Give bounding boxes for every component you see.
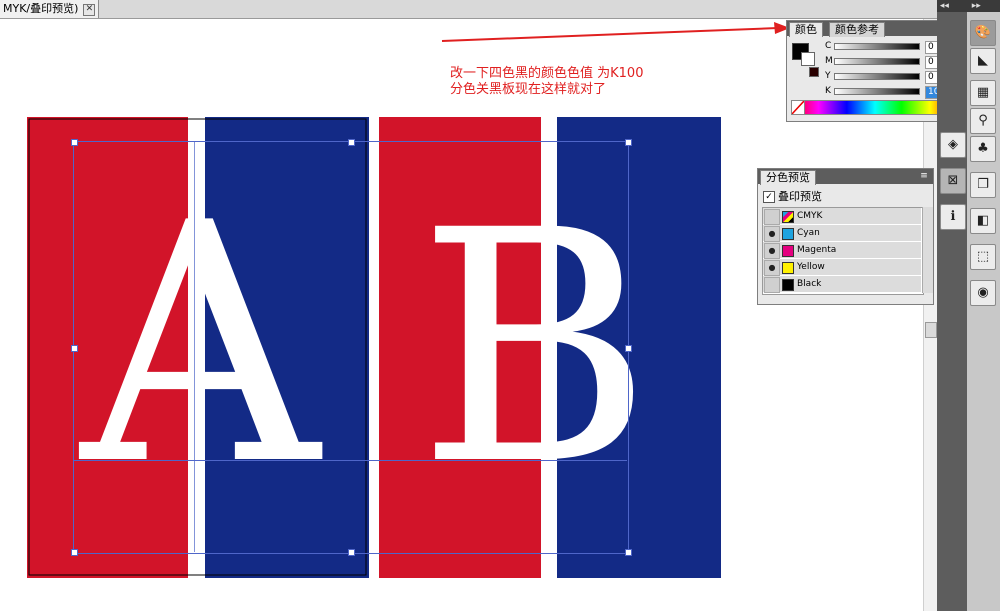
plate-name: Cyan [797,228,820,238]
selection-handle[interactable] [625,345,632,352]
panel-menu-icon[interactable]: ≡ [917,170,931,182]
annotation-line-2: 分色关黑板现在这样就对了 [450,82,607,97]
brushes-icon[interactable]: ♣ [970,136,996,162]
selection-handle[interactable] [625,139,632,146]
document-tab[interactable]: MYK/叠印预览) ✕ [0,0,100,18]
separations-icon[interactable]: ⊠ [940,168,966,194]
color-guide-icon[interactable]: 🎨 [970,20,996,46]
plate-row-cyan[interactable]: ● Cyan [763,225,921,242]
plate-name: Black [797,279,822,289]
eye-icon[interactable]: ● [764,226,780,242]
separations-preview-panel: 分色预览 ≡ ✓ 叠印预览 CMYK ● Cyan ● Magenta ● Yel… [757,168,934,305]
swatches-grid-icon[interactable]: ▦ [970,80,996,106]
plate-list-scrollbar[interactable] [922,207,933,293]
appearance-icon[interactable]: ◉ [970,280,996,306]
tab-color[interactable]: 颜色 [789,22,823,37]
tab-color-guide[interactable]: 颜色参考 [829,22,885,37]
stroke-swatch[interactable] [801,52,815,66]
plate-list: CMYK ● Cyan ● Magenta ● Yellow Black [762,207,924,295]
eye-icon[interactable]: ● [764,260,780,276]
none-color-icon[interactable] [791,100,805,115]
yellow-swatch [782,262,794,274]
last-color-swatch[interactable] [809,67,819,77]
document-tab-bar: MYK/叠印预览) ✕ [0,0,937,19]
overprint-label: 叠印预览 [778,190,822,203]
artboards-icon[interactable]: ❐ [970,172,996,198]
tab-color-guide-label: 颜色参考 [835,23,879,36]
magenta-swatch [782,245,794,257]
visibility-toggle[interactable] [764,277,780,293]
symbols-icon[interactable]: ⚲ [970,108,996,134]
plate-name: Magenta [797,245,837,255]
transform-icon[interactable]: ⬚ [970,244,996,270]
gradient-icon[interactable]: ◣ [970,48,996,74]
separations-title: 分色预览 [766,171,810,184]
plate-name: CMYK [797,211,823,221]
cmyk-swatch-icon [782,211,794,223]
channel-c-slider[interactable] [834,43,920,50]
dock-collapse-bar[interactable]: ◂◂ ▸▸ [937,0,1000,12]
eye-icon[interactable]: ● [764,243,780,259]
plate-row-cmyk[interactable]: CMYK [763,208,921,225]
selection-bounding-box[interactable] [73,141,629,554]
tab-color-label: 颜色 [795,23,817,36]
channel-y-slider[interactable] [834,73,920,80]
plate-name: Yellow [797,262,825,272]
selection-handle[interactable] [348,139,355,146]
pathfinder-icon[interactable]: ◧ [970,208,996,234]
close-icon[interactable]: ✕ [83,4,96,16]
dock-column-1 [937,12,967,611]
color-spectrum-ramp[interactable] [791,100,959,115]
channel-k-slider[interactable] [834,88,920,95]
center-guide [194,141,195,552]
annotation-line-1: 改一下四色黑的颜色色值 为K100 [450,66,644,81]
plate-row-magenta[interactable]: ● Magenta [763,242,921,259]
selection-handle[interactable] [71,345,78,352]
annotation-text: 改一下四色黑的颜色色值 为K100 分色关黑板现在这样就对了 [450,66,643,98]
overprint-preview-row[interactable]: ✓ 叠印预览 [763,188,822,204]
plate-row-yellow[interactable]: ● Yellow [763,259,921,276]
info-icon[interactable]: ℹ [940,204,966,230]
baseline-guide [73,460,627,461]
selection-handle[interactable] [625,549,632,556]
selection-handle[interactable] [71,139,78,146]
scrollbar-thumb[interactable] [925,322,937,338]
right-panel-dock: ◂◂ ▸▸ 🎨 ◣ ▦ ⚲ ♣ ◈ ❐ ⊠ ℹ ◧ ⬚ ◉ [937,0,1000,611]
tab-separations[interactable]: 分色预览 [760,170,816,185]
cyan-swatch [782,228,794,240]
channel-m-slider[interactable] [834,58,920,65]
layers-icon[interactable]: ◈ [940,132,966,158]
separations-panel-header: 分色预览 ≡ [758,169,933,185]
plate-row-black[interactable]: Black [763,276,921,293]
black-swatch [782,279,794,291]
selection-handle[interactable] [348,549,355,556]
overprint-checkbox[interactable]: ✓ [763,191,775,203]
visibility-toggle[interactable] [764,209,780,225]
document-tab-title: MYK/叠印预览) [3,2,79,15]
selection-handle[interactable] [71,549,78,556]
